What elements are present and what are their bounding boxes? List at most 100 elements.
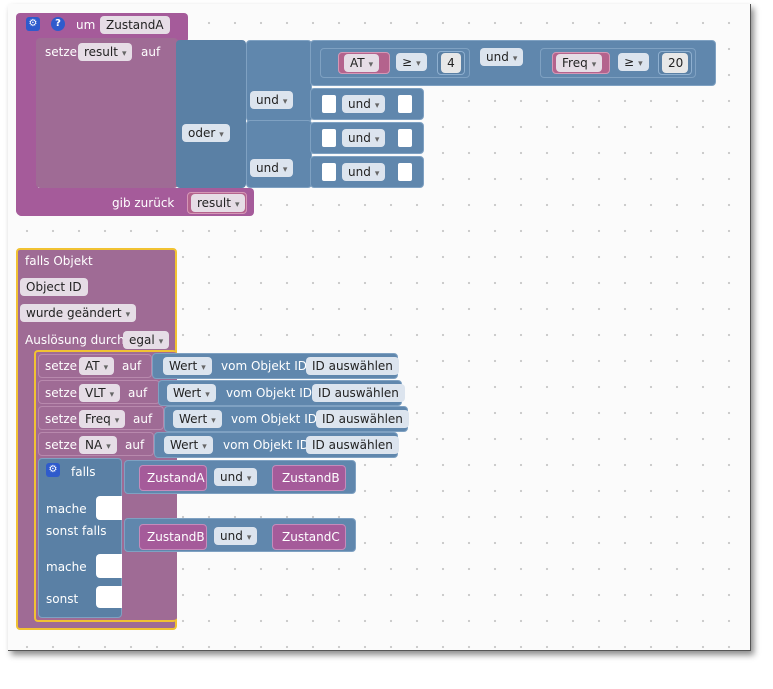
chevron-down-icon: ▾ [512,54,518,64]
empty-input-slot[interactable] [322,129,336,147]
gear-icon[interactable]: ⚙ [26,17,40,31]
select-id-button-freq[interactable]: ID auswählen [316,410,409,428]
chevron-down-icon: ▾ [103,363,109,373]
empty-input-slot[interactable] [398,129,412,147]
variable-dropdown[interactable]: result ▾ [78,43,133,61]
empty-input-slot[interactable] [398,163,412,181]
do-statement-slot[interactable] [96,496,122,520]
and-dropdown-if[interactable]: und ▾ [214,468,258,486]
and-label: und [348,97,371,111]
event-dropdown[interactable]: wurde geändert ▾ [20,304,137,322]
var-dropdown-freq[interactable]: Freq ▾ [79,410,126,428]
var-value: VLT [85,386,106,400]
chevron-down-icon: ▾ [374,169,380,179]
call-label[interactable]: ZustandB [282,471,340,485]
select-id-button-at[interactable]: ID auswählen [306,357,399,375]
function-prefix: um [76,18,96,32]
from-label: vom Objekt ID [231,412,317,426]
chevron-down-icon: ▾ [121,49,127,59]
property-dropdown-vlt[interactable]: Wert ▾ [167,384,216,402]
var-dropdown-vlt[interactable]: VLT ▾ [79,384,121,402]
object-id-field[interactable]: Object ID [20,278,88,296]
var-value: AT [85,359,100,373]
join-label: und [486,50,509,64]
empty-input-slot[interactable] [398,95,412,113]
do-statement-slot-2[interactable] [96,554,122,578]
else-statement-slot[interactable] [96,586,122,608]
return-variable-dropdown[interactable]: result ▾ [191,194,246,212]
and-label: und [220,470,243,484]
operator-label: ≥ [402,55,413,69]
help-icon[interactable]: ? [51,17,65,31]
join-dropdown[interactable]: und ▾ [480,48,524,66]
var-dropdown-na[interactable]: NA ▾ [79,436,117,454]
select-id-button-vlt[interactable]: ID auswählen [312,384,405,402]
chevron-down-icon: ▾ [638,59,643,69]
number-field-left[interactable]: 4 [441,53,461,73]
variable-dropdown-value: result [84,45,118,59]
workspace-canvas[interactable]: ⚙ ? um ZustandA setze result ▾ auf oder ▾ … [0,0,773,689]
set-label: setze [45,412,78,426]
variable-dropdown-value: AT [350,56,365,70]
chevron-down-icon: ▾ [282,97,288,107]
call-label[interactable]: ZustandB [147,530,205,544]
trigger-dropdown[interactable]: egal ▾ [123,331,170,349]
var-dropdown-at[interactable]: AT ▾ [79,357,115,375]
chevron-down-icon: ▾ [201,363,206,373]
chevron-down-icon: ▾ [205,390,210,400]
and-dropdown-empty-2[interactable]: und ▾ [342,129,386,147]
chevron-down-icon: ▾ [374,135,380,145]
call-label[interactable]: ZustandA [147,471,205,485]
set-label: setze [45,438,78,452]
empty-input-slot[interactable] [322,163,336,181]
or-label: oder [188,126,216,140]
select-id-button-na[interactable]: ID auswählen [306,436,399,454]
number-field-right[interactable]: 20 [662,53,688,73]
operator-label: ≥ [624,55,635,69]
chevron-down-icon: ▾ [114,416,120,426]
and-dropdown-lower[interactable]: und ▾ [250,159,294,177]
else-label: sonst [46,592,79,606]
property-dropdown-at[interactable]: Wert ▾ [163,357,212,375]
chevron-down-icon: ▾ [246,474,252,484]
and-block-lower[interactable] [246,120,312,188]
variable-dropdown-freq[interactable]: Freq ▾ [556,54,603,72]
and-label: und [348,165,371,179]
from-label: vom Objekt ID [223,438,309,452]
chevron-down-icon: ▾ [368,60,374,70]
or-dropdown[interactable]: oder ▾ [182,124,230,142]
property-value: Wert [173,386,202,400]
trigger-label: Auslösung durch [25,333,125,347]
operator-dropdown-left[interactable]: ≥ ▾ [396,53,427,71]
and-dropdown-elseif[interactable]: und ▾ [214,527,258,545]
return-variable-value: result [197,196,231,210]
to-label: auf [141,45,161,59]
and-dropdown-empty-1[interactable]: und ▾ [342,95,386,113]
chevron-down-icon: ▾ [234,200,240,210]
property-dropdown-freq[interactable]: Wert ▾ [173,410,222,428]
variable-dropdown-at[interactable]: AT ▾ [344,54,380,72]
or-block[interactable] [176,40,246,188]
empty-input-slot[interactable] [322,95,336,113]
and-block-upper[interactable] [246,40,312,122]
property-dropdown-na[interactable]: Wert ▾ [164,436,213,454]
property-value: Wert [179,412,208,426]
variable-dropdown-value: Freq [562,56,588,70]
and-label: und [220,529,243,543]
chevron-down-icon: ▾ [109,390,115,400]
and-dropdown-upper[interactable]: und ▾ [250,91,294,109]
and-label: und [348,131,371,145]
if-label: falls [71,465,96,479]
do-label: mache [46,502,87,516]
gear-icon[interactable]: ⚙ [46,463,60,477]
var-value: Freq [85,412,111,426]
operator-dropdown-right[interactable]: ≥ ▾ [618,53,649,71]
function-name-field[interactable]: ZustandA [100,16,170,34]
call-label[interactable]: ZustandC [282,530,340,544]
and-dropdown-empty-3[interactable]: und ▾ [342,163,386,181]
from-label: vom Objekt ID [221,359,307,373]
chevron-down-icon: ▾ [282,165,288,175]
to-label: auf [125,438,145,452]
chevron-down-icon: ▾ [211,416,216,426]
trigger-value: egal [129,333,155,347]
